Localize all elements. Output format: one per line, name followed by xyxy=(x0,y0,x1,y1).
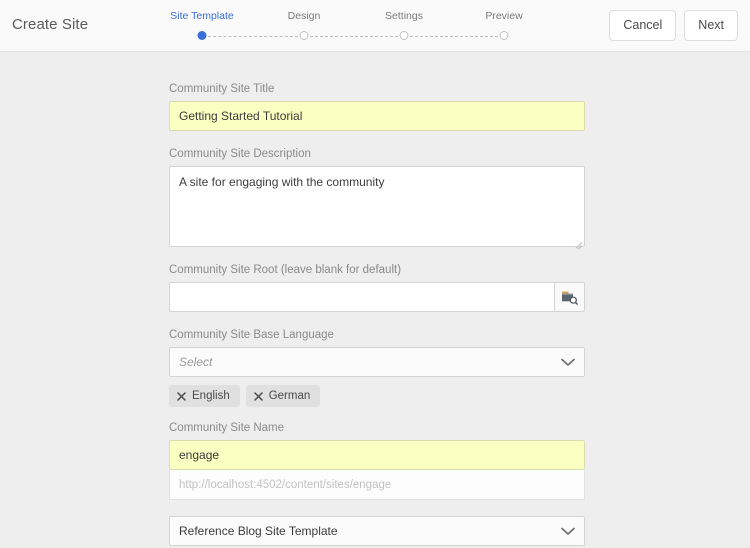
header-actions: Cancel Next xyxy=(609,10,738,41)
site-template-select[interactable]: Reference Blog Site Template xyxy=(169,516,585,546)
step-label-settings[interactable]: Settings xyxy=(385,10,423,22)
field-site-template: Reference Blog Site Template xyxy=(169,516,585,546)
community-site-root-group xyxy=(169,282,585,312)
label-community-site-title: Community Site Title xyxy=(169,82,585,96)
close-icon[interactable] xyxy=(254,392,263,401)
label-community-site-name: Community Site Name xyxy=(169,421,585,435)
spacer xyxy=(169,500,585,516)
field-community-site-description: Community Site Description A site for en… xyxy=(169,147,585,247)
next-button[interactable]: Next xyxy=(684,10,738,41)
chip-label: German xyxy=(269,390,311,402)
stepper-track xyxy=(168,30,512,42)
community-site-url-readonly: http://localhost:4502/content/sites/enga… xyxy=(169,470,585,500)
chevron-down-icon xyxy=(561,358,575,367)
community-site-title-input[interactable]: Getting Started Tutorial xyxy=(169,101,585,131)
community-site-description-textarea[interactable]: A site for engaging with the community xyxy=(169,166,585,247)
label-community-site-base-language: Community Site Base Language xyxy=(169,328,585,342)
create-site-form: Community Site Title Getting Started Tut… xyxy=(169,82,585,546)
community-site-base-language-select[interactable]: Select xyxy=(169,347,585,377)
stepper-connector-1 xyxy=(208,36,298,37)
field-community-site-root: Community Site Root (leave blank for def… xyxy=(169,263,585,312)
spacer xyxy=(169,247,585,263)
spacer xyxy=(169,312,585,328)
stepper-dot-preview[interactable] xyxy=(500,31,509,40)
folder-search-icon[interactable] xyxy=(554,282,585,312)
community-site-name-input[interactable]: engage xyxy=(169,440,585,470)
chip-english[interactable]: English xyxy=(169,385,240,407)
community-site-description-value: A site for engaging with the community xyxy=(179,175,384,189)
site-template-value: Reference Blog Site Template xyxy=(179,524,561,538)
stepper-connector-3 xyxy=(410,36,498,37)
resize-handle-icon[interactable] xyxy=(573,235,582,244)
community-site-root-input[interactable] xyxy=(169,282,554,312)
step-label-site-template[interactable]: Site Template xyxy=(170,10,233,22)
step-label-preview[interactable]: Preview xyxy=(485,10,522,22)
chip-label: English xyxy=(192,390,230,402)
wizard-stepper: Site Template Design Settings Preview xyxy=(168,10,512,44)
stepper-labels: Site Template Design Settings Preview xyxy=(168,10,512,24)
spacer xyxy=(169,131,585,147)
label-community-site-root: Community Site Root (leave blank for def… xyxy=(169,263,585,277)
page-title: Create Site xyxy=(12,16,88,33)
close-icon[interactable] xyxy=(177,392,186,401)
stepper-connector-2 xyxy=(310,36,398,37)
field-community-site-name: Community Site Name engage http://localh… xyxy=(169,421,585,500)
base-language-placeholder: Select xyxy=(179,355,561,369)
stepper-dot-site-template[interactable] xyxy=(198,31,207,40)
field-community-site-title: Community Site Title Getting Started Tut… xyxy=(169,82,585,131)
chip-german[interactable]: German xyxy=(246,385,321,407)
field-community-site-base-language: Community Site Base Language Select Engl… xyxy=(169,328,585,407)
cancel-button[interactable]: Cancel xyxy=(609,10,676,41)
app-header: Create Site Site Template Design Setting… xyxy=(0,0,750,52)
base-language-chips: English German xyxy=(169,385,585,407)
main-content: Community Site Title Getting Started Tut… xyxy=(0,52,750,548)
stepper-dot-design[interactable] xyxy=(300,31,309,40)
stepper-dot-settings[interactable] xyxy=(400,31,409,40)
spacer xyxy=(169,407,585,421)
chevron-down-icon xyxy=(561,527,575,536)
step-label-design[interactable]: Design xyxy=(288,10,321,22)
label-community-site-description: Community Site Description xyxy=(169,147,585,161)
